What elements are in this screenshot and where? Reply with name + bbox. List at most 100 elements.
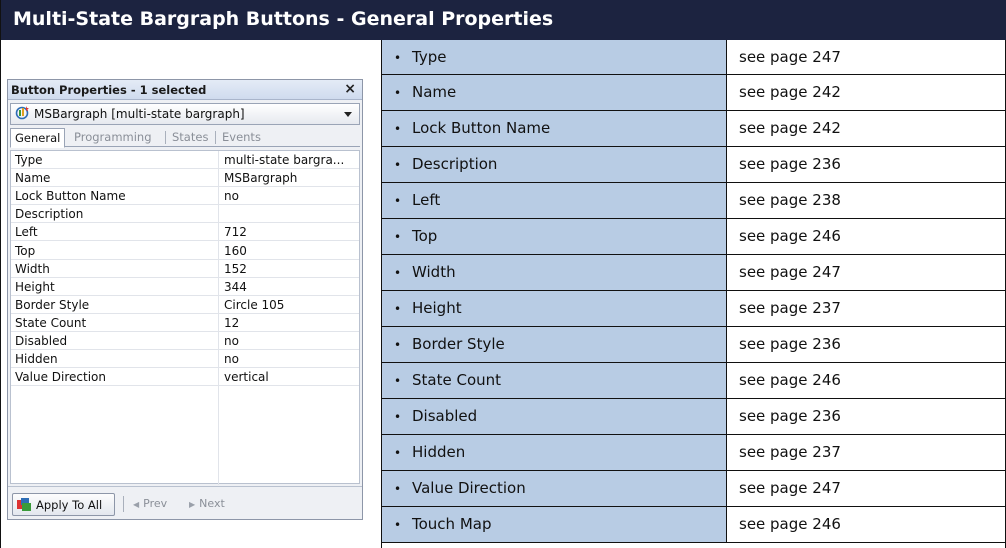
table-row: • Value Direction see page 247 [382, 471, 1006, 507]
property-row[interactable]: Type multi-state bargra... [11, 151, 359, 169]
property-row[interactable]: State Count 12 [11, 314, 359, 332]
bullet-icon: • [394, 446, 402, 460]
bullet-icon: • [394, 158, 402, 172]
property-label-cell: • Height [382, 291, 727, 326]
selector-text: MSBargraph [multi-state bargraph] [34, 107, 245, 121]
property-value[interactable]: no [224, 189, 357, 203]
property-value[interactable]: Circle 105 [224, 298, 357, 312]
property-name: Name [15, 171, 51, 186]
property-label-cell: • Hidden [382, 435, 727, 470]
footer-separator [123, 496, 124, 512]
tab-separator [215, 131, 216, 144]
property-name: Type [15, 153, 43, 167]
close-icon[interactable]: × [344, 81, 356, 97]
property-label-cell: • Type [382, 40, 727, 74]
table-row: • Description see page 236 [382, 147, 1006, 183]
next-button[interactable]: ▶ Next [189, 497, 225, 510]
property-label-cell: • Name [382, 75, 727, 110]
property-label-cell: • Touch Map [382, 507, 727, 542]
table-row: • Height see page 237 [382, 291, 1006, 327]
page-reference: see page 247 [739, 263, 841, 281]
property-name: State Count [15, 315, 87, 330]
property-name: Width [15, 261, 50, 276]
property-row[interactable]: Disabled no [11, 332, 359, 350]
property-value[interactable]: 344 [224, 280, 357, 294]
property-name: Description [15, 207, 84, 222]
prev-button[interactable]: ◀ Prev [133, 497, 167, 510]
page-reference: see page 236 [739, 335, 841, 353]
page-reference: see page 242 [739, 83, 841, 101]
page-reference: see page 236 [739, 407, 841, 425]
property-value[interactable]: vertical [224, 370, 357, 384]
property-value[interactable]: 160 [224, 244, 357, 258]
property-row[interactable]: Height 344 [11, 278, 359, 296]
property-value[interactable]: MSBargraph [224, 171, 357, 185]
tab-events[interactable]: Events [218, 128, 265, 147]
property-label-cell: • Lock Button Name [382, 111, 727, 146]
property-row[interactable]: Lock Button Name no [11, 187, 359, 206]
property-label-cell: • Border Style [382, 327, 727, 362]
property-name: Disabled [15, 334, 68, 348]
table-row: • Name see page 242 [382, 75, 1006, 111]
property-label-cell: • Top [382, 219, 727, 254]
property-value[interactable]: multi-state bargra... [224, 153, 357, 167]
property-row[interactable]: Value Direction vertical [11, 368, 359, 387]
property-label-cell: • Value Direction [382, 471, 727, 506]
property-label-cell: • Description [382, 147, 727, 182]
page-reference: see page 238 [739, 191, 841, 209]
property-label: Description [412, 155, 498, 173]
property-label: Name [412, 83, 457, 101]
property-name: Lock Button Name [15, 189, 126, 204]
panel-footer: Apply To All ◀ Prev ▶ Next [8, 486, 362, 519]
property-label: Hidden [412, 443, 466, 461]
tab-programming[interactable]: Programming [70, 128, 156, 147]
bargraph-button-icon [15, 105, 30, 124]
bullet-icon: • [394, 266, 402, 280]
tab-separator [165, 131, 166, 144]
property-row[interactable]: Top 160 [11, 242, 359, 260]
property-row[interactable]: Left 712 [11, 223, 359, 242]
property-name: Left [15, 225, 38, 240]
button-selector-dropdown[interactable]: MSBargraph [multi-state bargraph] [10, 103, 360, 125]
property-row[interactable]: Description [11, 205, 359, 224]
table-row: • Lock Button Name see page 242 [382, 111, 1006, 147]
bullet-icon: • [394, 302, 402, 316]
bullet-icon: • [394, 482, 402, 496]
bullet-icon: • [394, 230, 402, 244]
property-row[interactable]: Name MSBargraph [11, 169, 359, 188]
table-row: • Border Style see page 236 [382, 327, 1006, 363]
apply-to-all-button[interactable]: Apply To All [12, 493, 115, 516]
page-reference: see page 247 [739, 48, 841, 66]
document-frame: Multi-State Bargraph Buttons - General P… [0, 0, 1006, 548]
page-reference: see page 236 [739, 155, 841, 173]
property-label: Width [412, 263, 456, 281]
tab-states[interactable]: States [168, 128, 212, 147]
button-properties-panel: Button Properties - 1 selected × MSBargr… [7, 79, 363, 520]
property-row[interactable]: Width 152 [11, 260, 359, 278]
property-value[interactable]: 152 [224, 262, 357, 276]
chevron-down-icon[interactable] [344, 112, 352, 117]
property-label: Disabled [412, 407, 478, 425]
apply-icon [17, 498, 31, 511]
property-label-cell: • Width [382, 255, 727, 290]
property-value[interactable]: 712 [224, 225, 357, 239]
property-label-cell: • Disabled [382, 399, 727, 434]
property-label: Lock Button Name [412, 119, 551, 137]
property-value[interactable]: no [224, 334, 357, 348]
table-row: • State Count see page 246 [382, 363, 1006, 399]
panel-header: Button Properties - 1 selected × [8, 80, 362, 100]
property-value[interactable]: no [224, 352, 357, 366]
table-row: • Type see page 247 [382, 40, 1006, 75]
bullet-icon: • [394, 122, 402, 136]
bullet-icon: • [394, 338, 402, 352]
table-row: • Hidden see page 237 [382, 435, 1006, 471]
property-row[interactable]: Hidden no [11, 350, 359, 369]
property-value[interactable]: 12 [224, 316, 357, 330]
page-reference: see page 246 [739, 371, 841, 389]
page-reference: see page 246 [739, 515, 841, 533]
page-reference: see page 237 [739, 443, 841, 461]
property-row[interactable]: Border Style Circle 105 [11, 296, 359, 314]
tab-general[interactable]: General [10, 128, 66, 148]
property-label: Border Style [412, 335, 505, 353]
chevron-left-icon: ◀ [133, 500, 140, 509]
